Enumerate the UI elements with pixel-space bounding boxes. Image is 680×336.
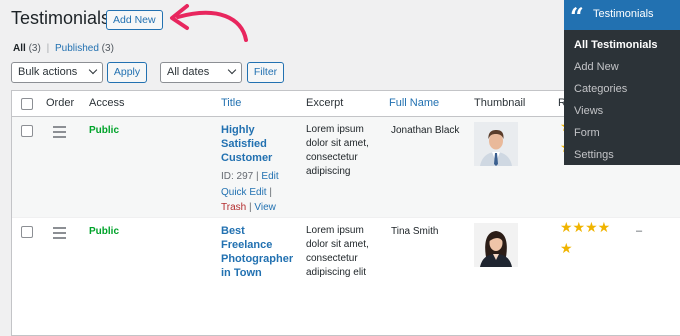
row-checkbox[interactable] (21, 125, 33, 137)
menu-header[interactable]: “ Testimonials (564, 0, 680, 31)
drag-handle-icon[interactable] (53, 126, 66, 141)
row-full-name: Jonathan Black (391, 125, 460, 136)
bulk-actions-select[interactable]: Bulk actions (11, 62, 103, 83)
view-separator: | (46, 43, 50, 54)
column-title-sort[interactable]: Title (221, 97, 241, 109)
row-title-link[interactable]: Best Freelance Photographer in Town (221, 224, 301, 280)
bulk-actions-value: Bulk actions (18, 66, 78, 78)
column-excerpt: Excerpt (306, 97, 344, 109)
select-all-checkbox[interactable] (21, 98, 33, 110)
dates-filter-select[interactable]: All dates (160, 62, 242, 83)
menu-item-categories[interactable]: Categories (574, 83, 627, 95)
annotation-arrow-icon (170, 4, 248, 42)
row-action-separator: | (248, 202, 252, 213)
access-status: Public (89, 226, 120, 237)
table-row: Public Best Freelance Photographer in To… (12, 217, 680, 335)
menu-item-all-testimonials[interactable]: All Testimonials (574, 39, 658, 51)
man-portrait-icon (474, 122, 518, 166)
dates-filter-value: All dates (167, 66, 210, 78)
drag-handle-icon[interactable] (53, 227, 66, 242)
chevron-down-icon (227, 65, 237, 75)
apply-button[interactable]: Apply (107, 62, 147, 83)
column-access: Access (89, 97, 125, 109)
row-full-name: Tina Smith (391, 226, 439, 237)
access-status: Public (89, 125, 120, 136)
menu-item-views[interactable]: Views (574, 105, 603, 117)
menu-header-label: Testimonials (593, 8, 654, 20)
column-order: Order (46, 97, 75, 109)
quick-edit-link[interactable]: Quick Edit (221, 187, 267, 198)
row-checkbox[interactable] (21, 226, 33, 238)
row-id: ID: 297 | (221, 171, 259, 182)
row-excerpt: Lorem ipsum dolor sit amet, consectetur … (306, 124, 369, 177)
rating-stars: ★★★★ ★ (560, 219, 611, 256)
column-thumbnail: Thumbnail (474, 97, 526, 109)
woman-portrait-icon (474, 223, 518, 267)
row-excerpt: Lorem ipsum dolor sit amet, consectetur … (306, 225, 369, 278)
row-title-link[interactable]: Highly Satisfied Customer (221, 123, 301, 165)
view-all-count: (3) (28, 43, 41, 54)
column-full-name-sort[interactable]: Full Name (389, 97, 439, 109)
add-new-button[interactable]: Add New (106, 10, 163, 30)
view-published-count: (3) (101, 43, 114, 54)
view-published-link[interactable]: Published (55, 43, 99, 54)
row-actions: ID: 297 | Edit Quick Edit | Trash | View (221, 169, 303, 216)
view-link[interactable]: View (254, 202, 276, 213)
quote-icon: “ (570, 2, 584, 31)
filter-button[interactable]: Filter (247, 62, 284, 83)
status-filter-links: All (3) | Published (3) (13, 43, 114, 54)
trash-link[interactable]: Trash (221, 202, 246, 213)
admin-submenu: “ Testimonials All Testimonials Add New … (564, 0, 680, 165)
page-title: Testimonials (11, 8, 111, 28)
menu-item-form[interactable]: Form (574, 127, 600, 139)
edit-link[interactable]: Edit (261, 171, 278, 182)
menu-item-add-new[interactable]: Add New (574, 61, 619, 73)
view-all-link[interactable]: All (13, 43, 26, 54)
chevron-down-icon (88, 65, 98, 75)
row-action-separator: | (269, 186, 272, 198)
row-empty-value: – (636, 225, 643, 237)
menu-item-settings[interactable]: Settings (574, 149, 614, 161)
